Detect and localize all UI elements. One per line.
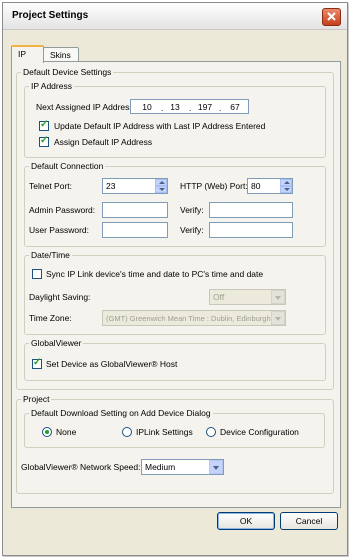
- globalviewer-host-checkbox[interactable]: [32, 357, 42, 369]
- default-download-legend: Default Download Setting on Add Device D…: [29, 408, 213, 418]
- telnet-port-spinner[interactable]: [155, 179, 167, 193]
- globalviewer-host-label: Set Device as GlobalViewer® Host: [46, 359, 178, 369]
- telnet-port-input[interactable]: 23: [102, 178, 168, 194]
- daylight-saving-label: Daylight Saving:: [29, 292, 91, 302]
- tab-skins-label: Skins: [50, 50, 71, 60]
- close-button[interactable]: [322, 8, 341, 26]
- chevron-down-icon[interactable]: [271, 290, 285, 304]
- download-none-label: None: [56, 427, 77, 437]
- user-verify-input[interactable]: [209, 222, 293, 238]
- next-ip-input[interactable]: 10 . 13 . 197 . 67: [130, 99, 249, 114]
- default-connection-group: Default Connection Telnet Port: 23 HTTP …: [24, 161, 326, 247]
- user-password-input[interactable]: [102, 222, 168, 238]
- http-port-label: HTTP (Web) Port:: [180, 181, 248, 191]
- ip-dot: .: [161, 103, 164, 113]
- network-speed-select[interactable]: Medium: [141, 459, 224, 475]
- ip-dot: .: [189, 103, 192, 113]
- date-time-legend: Date/Time: [29, 250, 72, 260]
- title-bar[interactable]: Project Settings: [3, 3, 347, 30]
- cancel-button[interactable]: Cancel: [280, 512, 338, 530]
- ok-button[interactable]: OK: [217, 512, 275, 530]
- download-device-config-radio[interactable]: [206, 427, 216, 437]
- spin-up-icon[interactable]: [155, 179, 167, 186]
- project-group: Project Default Download Setting on Add …: [16, 394, 334, 494]
- spin-up-icon[interactable]: [280, 179, 292, 186]
- default-connection-legend: Default Connection: [29, 161, 106, 171]
- telnet-port-value: 23: [106, 181, 116, 191]
- download-iplink-radio[interactable]: [122, 427, 132, 437]
- admin-password-input[interactable]: [102, 202, 168, 218]
- sync-time-label: Sync IP Link device's time and date to P…: [46, 269, 264, 279]
- default-download-group: Default Download Setting on Add Device D…: [24, 408, 325, 448]
- tab-ip-label: IP: [18, 49, 27, 59]
- admin-verify-input[interactable]: [209, 202, 293, 218]
- telnet-port-label: Telnet Port:: [29, 181, 72, 191]
- network-speed-value: Medium: [145, 462, 176, 472]
- daylight-saving-select[interactable]: Off: [209, 289, 286, 305]
- ip-octet-1[interactable]: 10: [137, 102, 157, 112]
- time-zone-label: Time Zone:: [29, 313, 72, 323]
- update-default-ip-checkbox[interactable]: [39, 119, 49, 131]
- time-zone-value: (GMT) Greenwich Mean Time : Dublin, Edin…: [106, 314, 271, 323]
- download-iplink-label: IPLink Settings: [136, 427, 193, 437]
- default-device-settings-group: Default Device Settings IP Address Next …: [16, 67, 334, 390]
- chevron-down-icon[interactable]: [209, 460, 223, 474]
- user-password-label: User Password:: [29, 225, 89, 235]
- ip-address-legend: IP Address: [29, 81, 74, 91]
- user-verify-label: Verify:: [180, 225, 204, 235]
- admin-password-label: Admin Password:: [29, 205, 96, 215]
- ip-octet-2[interactable]: 13: [165, 102, 185, 112]
- globalviewer-group: GlobalViewer Set Device as GlobalViewer®…: [24, 338, 326, 381]
- http-port-input[interactable]: 80: [247, 178, 293, 194]
- http-port-spinner[interactable]: [280, 179, 292, 193]
- download-none-radio[interactable]: [42, 427, 52, 437]
- spin-down-icon[interactable]: [155, 186, 167, 193]
- network-speed-label: GlobalViewer® Network Speed:: [21, 462, 141, 472]
- next-ip-label: Next Assigned IP Address:: [36, 102, 137, 112]
- globalviewer-legend: GlobalViewer: [29, 338, 84, 348]
- dialog-title: Project Settings: [12, 10, 89, 21]
- sync-time-checkbox[interactable]: [32, 269, 42, 279]
- default-device-settings-legend: Default Device Settings: [21, 67, 114, 77]
- ip-octet-4[interactable]: 67: [225, 102, 245, 112]
- time-zone-select[interactable]: (GMT) Greenwich Mean Time : Dublin, Edin…: [102, 310, 286, 326]
- assign-default-ip-checkbox[interactable]: [39, 135, 49, 147]
- ip-octet-3[interactable]: 197: [195, 102, 215, 112]
- update-default-ip-label: Update Default IP Address with Last IP A…: [54, 121, 266, 131]
- chevron-down-icon[interactable]: [271, 311, 285, 325]
- project-settings-dialog: Project Settings IP Skins Default Device…: [2, 2, 348, 556]
- admin-verify-label: Verify:: [180, 205, 204, 215]
- spin-down-icon[interactable]: [280, 186, 292, 193]
- project-legend: Project: [21, 394, 52, 404]
- date-time-group: Date/Time Sync IP Link device's time and…: [24, 250, 326, 335]
- tab-ip[interactable]: IP: [11, 45, 44, 63]
- close-icon: [327, 12, 336, 21]
- ip-dot: .: [219, 103, 222, 113]
- ip-address-group: IP Address Next Assigned IP Address: 10 …: [24, 81, 326, 158]
- download-device-config-label: Device Configuration: [220, 427, 299, 437]
- assign-default-ip-label: Assign Default IP Address: [54, 137, 153, 147]
- tab-panel-ip: Default Device Settings IP Address Next …: [11, 61, 341, 508]
- http-port-value: 80: [251, 181, 261, 191]
- daylight-saving-value: Off: [213, 292, 225, 302]
